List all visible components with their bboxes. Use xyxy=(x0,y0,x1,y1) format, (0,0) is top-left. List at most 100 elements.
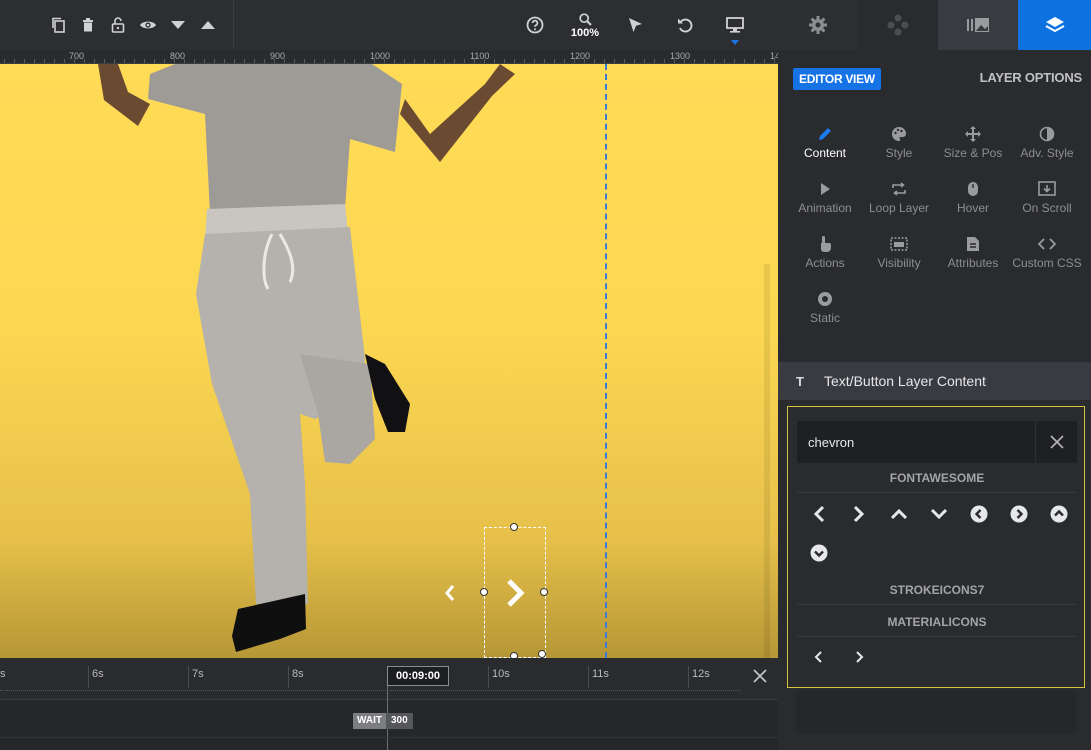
resize-handle-right[interactable] xyxy=(540,588,548,596)
ruler-tick xyxy=(444,59,445,63)
ruler-label: 800 xyxy=(170,51,186,61)
option-label: Attributes xyxy=(947,256,999,270)
ruler-tick xyxy=(484,59,485,63)
ruler-tick xyxy=(174,59,175,63)
slide-canvas[interactable] xyxy=(0,64,778,658)
zoom-control[interactable]: 100% xyxy=(566,13,604,43)
chevron-up-icon[interactable] xyxy=(884,499,914,529)
option-hover[interactable]: Hover xyxy=(936,179,1010,227)
undo-icon[interactable] xyxy=(673,13,697,37)
editor-toolbar: 100% xyxy=(0,0,778,50)
caret-down-icon[interactable] xyxy=(166,13,190,37)
ruler-tick xyxy=(624,59,625,63)
close-timeline-icon[interactable] xyxy=(750,666,770,686)
wait-badge[interactable]: WAIT 300 xyxy=(353,713,413,729)
option-on-scroll[interactable]: On Scroll xyxy=(1010,179,1084,227)
chevron-circle-down-icon[interactable] xyxy=(804,538,834,568)
ruler-tick xyxy=(594,59,595,63)
current-time[interactable]: 00:09:00 xyxy=(387,666,449,686)
ruler-tick xyxy=(54,59,55,63)
option-visibility[interactable]: Visibility xyxy=(862,234,936,282)
chevron-right-icon xyxy=(507,579,525,607)
chevron-right-icon[interactable] xyxy=(844,642,874,672)
zoom-level: 100% xyxy=(570,27,600,39)
ruler-tick xyxy=(314,59,315,63)
canvas-scrollbar[interactable] xyxy=(764,264,770,658)
ruler-tick xyxy=(164,59,165,63)
help-icon[interactable] xyxy=(523,13,547,37)
trash-icon[interactable] xyxy=(76,13,100,37)
option-label: Custom CSS xyxy=(1012,256,1082,270)
timeline-label: 7s xyxy=(192,668,204,680)
file-icon xyxy=(967,237,979,251)
desktop-icon[interactable] xyxy=(723,13,747,37)
slider-editor: 100% 700 800 900 1000 1100 1200 1300 14 xyxy=(0,0,1091,750)
timeline-label: 8s xyxy=(292,668,304,680)
timeline-label: 6s xyxy=(92,668,104,680)
ruler-tick xyxy=(454,59,455,63)
ruler-tick xyxy=(14,59,15,63)
media-icon[interactable] xyxy=(938,0,1018,50)
duplicate-icon[interactable] xyxy=(46,13,70,37)
layer-actions-group xyxy=(0,0,234,50)
option-adv-style[interactable]: Adv. Style xyxy=(1010,124,1084,172)
option-loop-layer[interactable]: Loop Layer xyxy=(862,179,936,227)
ruler-tick xyxy=(244,59,245,63)
settings-icon[interactable] xyxy=(778,0,858,50)
resize-handle-left[interactable] xyxy=(480,588,488,596)
ruler-tick xyxy=(264,59,265,63)
ruler-tick xyxy=(544,59,545,63)
option-size-pos[interactable]: Size & Pos xyxy=(936,124,1010,172)
ruler-tick xyxy=(134,59,135,63)
grid-guide-line[interactable] xyxy=(605,64,607,658)
ruler-label: 900 xyxy=(270,51,286,61)
ruler-tick xyxy=(554,59,555,63)
option-actions[interactable]: Actions xyxy=(788,234,862,282)
layer-options-panel: EDITOR VIEW LAYER OPTIONS Content Style … xyxy=(778,50,1091,750)
timeline: s 6s 7s 8s 10s 11s 12s 00:09:00 WAIT 300 xyxy=(0,658,778,750)
rotate-handle[interactable] xyxy=(538,650,546,658)
option-static[interactable]: Static xyxy=(788,289,862,337)
option-custom-css[interactable]: Custom CSS xyxy=(1010,234,1084,282)
ruler-tick xyxy=(24,59,25,63)
chevron-left-icon[interactable] xyxy=(804,499,834,529)
palette-icon xyxy=(892,127,906,141)
chevron-right-icon[interactable] xyxy=(844,499,874,529)
pointer-icon[interactable] xyxy=(623,13,647,37)
layers-icon[interactable] xyxy=(1018,0,1091,50)
clear-search-icon[interactable] xyxy=(1035,421,1077,463)
ruler-tick xyxy=(94,59,95,63)
ruler-tick xyxy=(694,59,695,63)
mouse-icon xyxy=(968,182,978,196)
chevron-circle-up-icon[interactable] xyxy=(1044,499,1074,529)
target-icon xyxy=(818,292,832,306)
section-header[interactable]: T Text/Button Layer Content xyxy=(778,362,1091,400)
chevron-left-layer[interactable] xyxy=(440,581,460,605)
ruler-tick xyxy=(284,59,285,63)
play-icon xyxy=(821,183,830,195)
option-animation[interactable]: Animation xyxy=(788,179,862,227)
ruler-tick xyxy=(234,59,235,63)
ruler-tick xyxy=(154,59,155,63)
icon-search-input[interactable] xyxy=(797,421,1033,463)
caret-up-icon[interactable] xyxy=(196,13,220,37)
move-icon[interactable] xyxy=(858,0,938,50)
chevron-left-icon[interactable] xyxy=(804,642,834,672)
chevron-circle-left-icon[interactable] xyxy=(964,499,994,529)
unlock-icon[interactable] xyxy=(106,13,130,37)
chevron-circle-right-icon[interactable] xyxy=(1004,499,1034,529)
ruler-tick xyxy=(504,59,505,63)
ruler-tick xyxy=(464,59,465,63)
resize-handle-top[interactable] xyxy=(510,523,518,531)
eye-icon[interactable] xyxy=(136,13,160,37)
option-content[interactable]: Content xyxy=(788,124,862,172)
ruler-label: 1000 xyxy=(370,51,391,61)
ruler-tick xyxy=(114,59,115,63)
ruler-tick xyxy=(664,59,665,63)
option-style[interactable]: Style xyxy=(862,124,936,172)
editor-view-button[interactable]: EDITOR VIEW xyxy=(793,68,881,90)
option-attributes[interactable]: Attributes xyxy=(936,234,1010,282)
selected-chevron-layer[interactable] xyxy=(480,523,548,658)
chevron-down-icon[interactable] xyxy=(924,499,954,529)
ruler-tick xyxy=(674,59,675,63)
